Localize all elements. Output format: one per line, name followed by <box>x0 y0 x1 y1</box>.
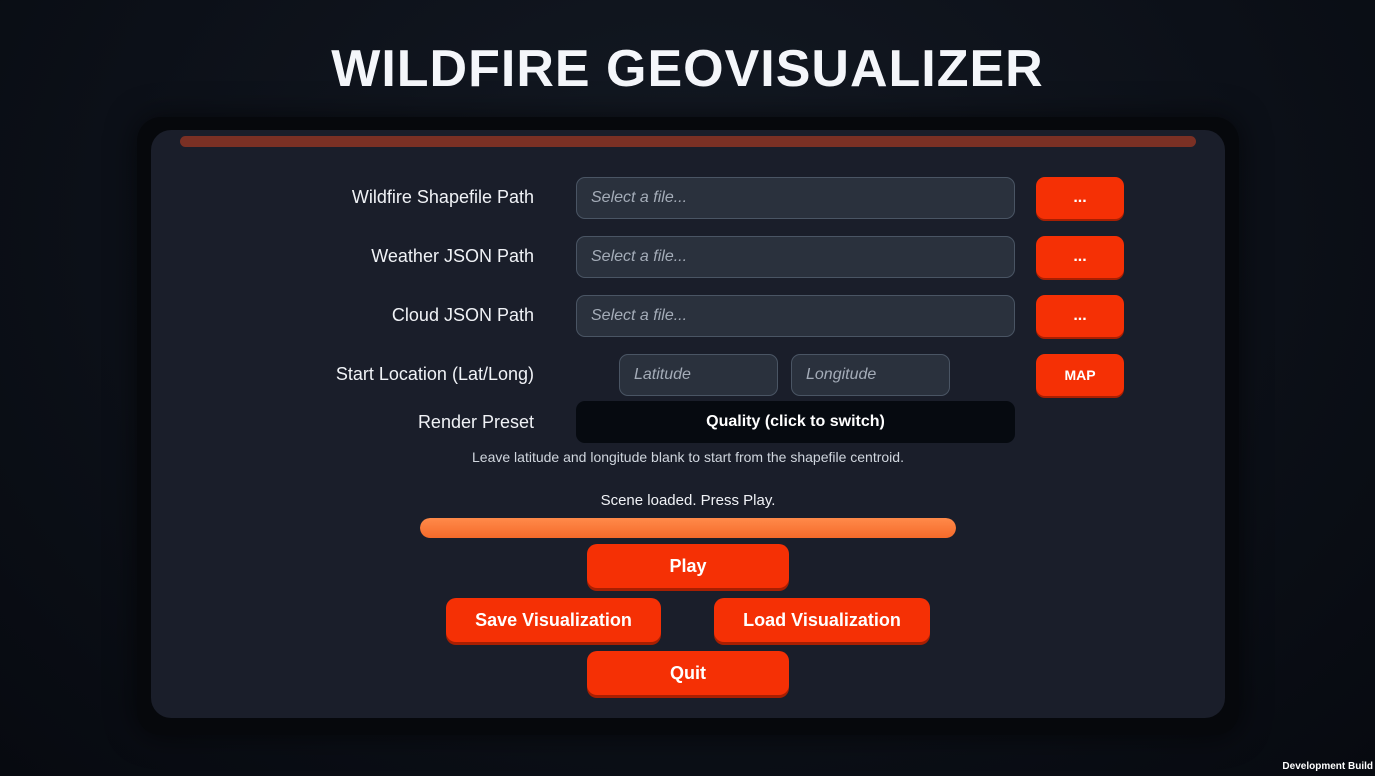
play-button[interactable]: Play <box>587 544 789 588</box>
development-build-label: Development Build <box>1282 761 1373 772</box>
panel-header-bar <box>180 136 1196 147</box>
shapefile-browse-button[interactable]: ... <box>1036 177 1124 219</box>
cloud-path-input[interactable] <box>576 295 1015 337</box>
shapefile-path-label: Wildfire Shapefile Path <box>351 187 534 207</box>
weather-path-input[interactable] <box>576 236 1015 278</box>
app-title: WILDFIRE GEOVISUALIZER <box>331 40 1044 98</box>
longitude-input[interactable] <box>791 354 950 396</box>
cloud-path-label: Cloud JSON Path <box>391 305 534 325</box>
shapefile-path-input[interactable] <box>576 177 1015 219</box>
map-button[interactable]: MAP <box>1036 354 1124 396</box>
quit-button[interactable]: Quit <box>587 651 789 695</box>
render-preset-toggle-button[interactable]: Quality (click to switch) <box>576 401 1015 443</box>
loading-progress-bar <box>420 518 956 538</box>
render-preset-label: Render Preset <box>417 412 534 432</box>
weather-path-label: Weather JSON Path <box>371 246 534 266</box>
latitude-input[interactable] <box>619 354 778 396</box>
settings-panel: Wildfire Shapefile Path ... Weather JSON… <box>151 130 1225 718</box>
weather-browse-button[interactable]: ... <box>1036 236 1124 278</box>
load-visualization-button[interactable]: Load Visualization <box>714 598 930 642</box>
status-message: Scene loaded. Press Play. <box>600 492 776 509</box>
location-hint-text: Leave latitude and longitude blank to st… <box>472 449 904 465</box>
cloud-browse-button[interactable]: ... <box>1036 295 1124 337</box>
save-visualization-button[interactable]: Save Visualization <box>446 598 661 642</box>
start-location-label: Start Location (Lat/Long) <box>335 364 534 384</box>
loading-progress-fill <box>420 518 956 538</box>
